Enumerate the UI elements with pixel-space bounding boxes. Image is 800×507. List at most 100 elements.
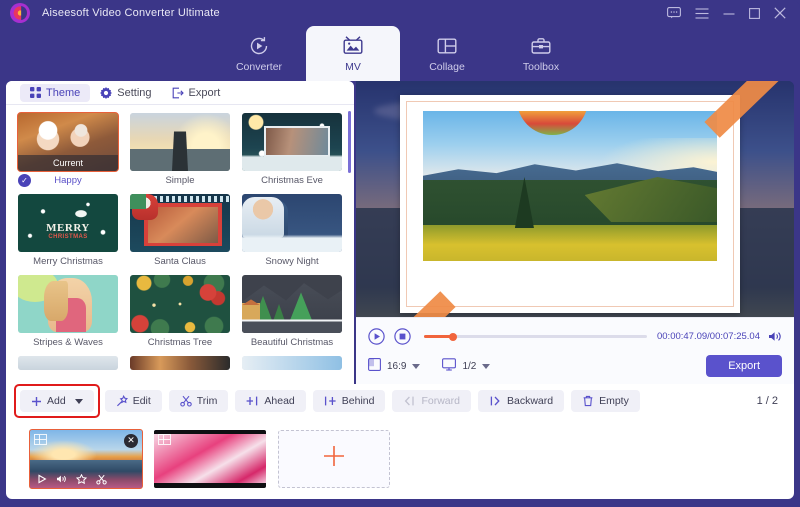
clip-close-icon[interactable]: ✕ bbox=[124, 433, 138, 448]
module-tab-converter[interactable]: Converter bbox=[212, 26, 306, 81]
play-circle-icon[interactable] bbox=[368, 328, 385, 345]
module-tab-label: Collage bbox=[429, 60, 465, 73]
toolbox-icon bbox=[530, 35, 552, 57]
module-tab-collage[interactable]: Collage bbox=[400, 26, 494, 81]
theme-item-merry-christmas[interactable]: MERRY CHRISTMAS Merry Christmas bbox=[18, 194, 118, 267]
app-title: Aiseesoft Video Converter Ultimate bbox=[42, 7, 220, 19]
theme-thumbnail bbox=[242, 113, 342, 171]
add-clip-button[interactable] bbox=[278, 429, 390, 488]
clip-grid-icon bbox=[158, 433, 171, 445]
button-label: Empty bbox=[599, 395, 629, 407]
forward-button[interactable]: Forward bbox=[392, 390, 471, 412]
theme-item-stripes-waves[interactable]: Stripes & Waves bbox=[18, 275, 118, 348]
theme-item-row4-c[interactable] bbox=[242, 356, 342, 370]
behind-button[interactable]: Behind bbox=[312, 390, 386, 412]
panel-tabs: Theme Setting Export bbox=[6, 81, 354, 105]
theme-label: Christmas Tree bbox=[147, 337, 213, 348]
theme-thumbnail: MERRY CHRISTMAS bbox=[18, 194, 118, 252]
clip-tools bbox=[30, 471, 142, 488]
play-icon[interactable] bbox=[37, 474, 47, 484]
theme-thumbnail bbox=[130, 275, 230, 333]
clip-timeline: ✕ bbox=[6, 418, 794, 499]
theme-item-snowy-night[interactable]: Snowy Night bbox=[242, 194, 342, 267]
theme-grid: Current ✓ Happy Simple Christmas Eve MER… bbox=[6, 105, 354, 384]
theme-label: Christmas Eve bbox=[261, 175, 323, 186]
button-label: Trim bbox=[196, 395, 218, 407]
empty-button[interactable]: Empty bbox=[571, 390, 640, 412]
button-label: Ahead bbox=[264, 395, 295, 407]
theme-scrollbar[interactable] bbox=[348, 111, 351, 173]
menu-icon[interactable] bbox=[695, 7, 709, 19]
title-bar: Aiseesoft Video Converter Ultimate bbox=[0, 0, 800, 26]
theme-thumbnail bbox=[18, 356, 118, 370]
magic-wand-icon bbox=[116, 395, 128, 407]
ahead-button[interactable]: Ahead bbox=[235, 390, 306, 412]
zoom-selector[interactable]: 1/2 bbox=[442, 358, 491, 374]
backward-button[interactable]: Backward bbox=[477, 390, 565, 412]
player-controls: 00:00:47.09/00:07:25.04 16:9 1/2 Export bbox=[356, 317, 794, 384]
main-body: Theme Setting Export Current ✓ Happy Sim… bbox=[0, 81, 800, 507]
move-forward-icon bbox=[403, 395, 416, 407]
trim-button[interactable]: Trim bbox=[168, 390, 229, 412]
module-tab-mv[interactable]: MV bbox=[306, 26, 400, 81]
app-logo-icon bbox=[10, 3, 30, 23]
window-controls bbox=[667, 7, 800, 19]
module-tab-label: MV bbox=[345, 60, 361, 73]
insert-behind-icon bbox=[324, 395, 337, 407]
aspect-ratio-selector[interactable]: 16:9 bbox=[368, 358, 421, 374]
theme-item-simple[interactable]: Simple bbox=[130, 113, 230, 186]
button-label: Backward bbox=[506, 395, 554, 407]
feedback-icon[interactable] bbox=[667, 7, 681, 19]
theme-item-christmas-tree[interactable]: Christmas Tree bbox=[130, 275, 230, 348]
preview-photo bbox=[423, 111, 717, 261]
theme-item-row4-b[interactable] bbox=[130, 356, 230, 370]
trim-icon[interactable] bbox=[96, 474, 107, 485]
tab-label: Theme bbox=[46, 86, 81, 99]
export-button[interactable]: Export bbox=[706, 355, 782, 377]
stop-circle-icon[interactable] bbox=[394, 328, 411, 345]
theme-thumbnail bbox=[242, 275, 342, 333]
effect-icon[interactable] bbox=[76, 473, 87, 485]
timeline-clip-2[interactable] bbox=[154, 429, 266, 488]
export-icon bbox=[172, 87, 184, 99]
volume-icon[interactable] bbox=[768, 330, 782, 343]
clip-toolbar: Add Edit Trim Ahead Behind Forward Backw… bbox=[6, 384, 794, 418]
tab-setting[interactable]: Setting bbox=[90, 84, 161, 102]
theme-item-happy[interactable]: Current ✓ Happy bbox=[17, 112, 119, 187]
grid-icon bbox=[30, 87, 41, 98]
theme-item-row4-a[interactable] bbox=[18, 356, 118, 370]
edit-button[interactable]: Edit bbox=[104, 390, 162, 412]
theme-label: Simple bbox=[165, 175, 195, 186]
mv-icon bbox=[342, 35, 364, 57]
converter-icon bbox=[248, 35, 270, 57]
theme-item-beautiful-christmas[interactable]: Beautiful Christmas bbox=[242, 275, 342, 348]
close-icon[interactable] bbox=[774, 7, 786, 19]
plus-icon bbox=[31, 396, 42, 407]
module-tab-toolbox[interactable]: Toolbox bbox=[494, 26, 588, 81]
chevron-down-icon[interactable] bbox=[74, 398, 83, 404]
tab-theme[interactable]: Theme bbox=[20, 83, 91, 102]
tab-export[interactable]: Export bbox=[162, 84, 231, 102]
move-backward-icon bbox=[489, 395, 502, 407]
gear-icon bbox=[100, 86, 113, 99]
theme-thumbnail bbox=[130, 194, 230, 252]
theme-badge: Current bbox=[18, 155, 118, 171]
theme-item-santa-claus[interactable]: Santa Claus bbox=[130, 194, 230, 267]
maximize-icon[interactable] bbox=[749, 7, 760, 19]
add-button[interactable]: Add bbox=[20, 390, 94, 412]
timeline-clip-1[interactable]: ✕ bbox=[29, 428, 143, 489]
theme-panel: Theme Setting Export Current ✓ Happy Sim… bbox=[6, 81, 354, 384]
scissors-icon bbox=[180, 395, 192, 407]
playback-progress-slider[interactable] bbox=[424, 332, 647, 341]
minimize-icon[interactable] bbox=[723, 8, 735, 19]
module-tab-label: Converter bbox=[235, 60, 283, 73]
volume-icon[interactable] bbox=[56, 474, 67, 484]
aspect-ratio-value: 16:9 bbox=[387, 360, 407, 372]
theme-label: Stripes & Waves bbox=[33, 337, 103, 348]
theme-item-christmas-eve[interactable]: Christmas Eve bbox=[242, 113, 342, 186]
theme-thumbnail bbox=[130, 113, 230, 171]
button-label: Edit bbox=[132, 395, 151, 407]
button-label: Forward bbox=[421, 395, 460, 407]
theme-label: Happy bbox=[54, 175, 82, 186]
preview-frame bbox=[400, 95, 740, 313]
